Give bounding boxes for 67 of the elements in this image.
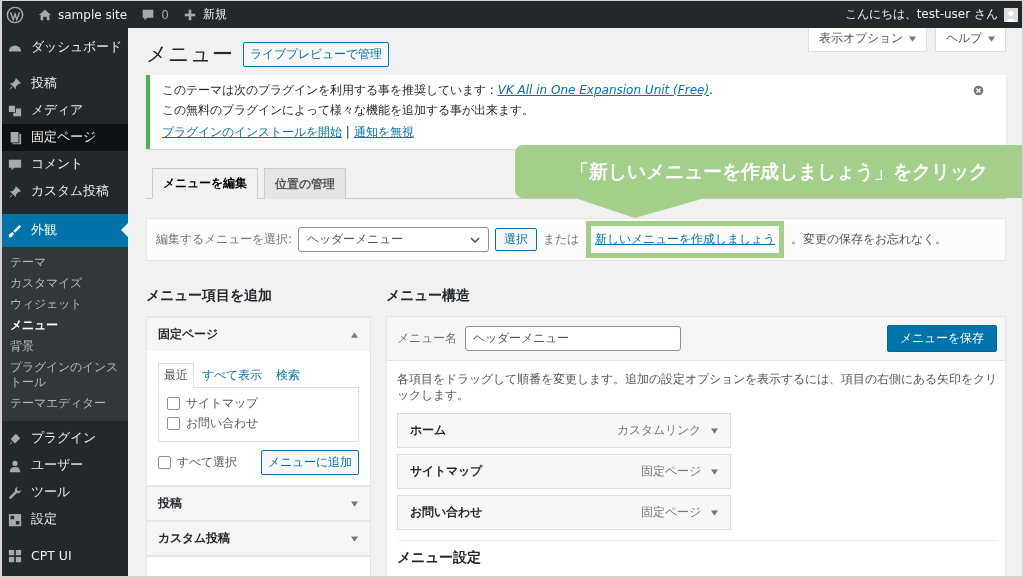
submenu-item[interactable]: ウィジェット — [2, 294, 128, 315]
comment-count: 0 — [161, 7, 169, 22]
submenu-item[interactable]: プラグインのインストール — [2, 357, 128, 393]
sidebar-item[interactable]: CPT UI — [2, 542, 128, 569]
greeting-link[interactable]: こんにちは、test-user さん — [844, 6, 998, 23]
menu-item-type: カスタムリンク — [617, 422, 701, 440]
help-button[interactable]: ヘルプ — [935, 28, 1006, 52]
menu-name-label: メニュー名 — [397, 330, 457, 347]
menu-item-title: サイトマップ — [410, 463, 482, 481]
menu-item-title: お問い合わせ — [410, 504, 482, 522]
install-link[interactable]: プラグインのインストールを開始 — [162, 125, 342, 139]
tab[interactable]: メニューを編集 — [152, 168, 258, 199]
save-menu-button[interactable]: メニューを保存 — [887, 325, 997, 352]
menu-settings-heading: メニュー設定 — [397, 549, 482, 568]
submenu-item[interactable]: テーマ — [2, 252, 128, 273]
sidebar-item[interactable]: 投稿 — [2, 70, 128, 97]
menu-name-field[interactable]: ヘッダーメニュー — [465, 326, 681, 351]
sidebar-item[interactable]: 外観 — [2, 214, 128, 247]
section-heading: メニュー項目を追加 — [146, 287, 273, 305]
notice-text: この無料のプラグインによって様々な機能を追加する事が出来ます。 — [162, 102, 534, 119]
tab[interactable]: 検索 — [270, 363, 306, 388]
checkbox-label: お問い合わせ — [186, 415, 258, 432]
sidebar-item[interactable]: ツール — [2, 479, 128, 506]
submenu-item[interactable]: 背景 — [2, 336, 128, 357]
manage-text: または — [543, 231, 580, 248]
site-name-link[interactable]: sample site — [58, 7, 128, 22]
section-heading: メニュー構造 — [386, 287, 471, 305]
menu-select[interactable]: ヘッダーメニュー — [298, 227, 490, 252]
sidebar-item[interactable]: コメント — [2, 151, 128, 178]
notice-text: このテーマは次のプラグインを利用する事を推奨しています : VK All in One Expansion Unit (Free). — [162, 82, 713, 99]
menu-item-title: ホーム — [410, 422, 446, 440]
menu-item-type: 固定ページ — [641, 504, 701, 522]
sidebar-item[interactable]: ユーザー — [2, 452, 128, 479]
manage-text: 。変更の保存をお忘れなく。 — [791, 231, 948, 248]
accordion-header[interactable]: 固定ページ — [147, 317, 370, 351]
separator-text: | — [345, 125, 350, 139]
sidebar-item[interactable]: プラグイン — [2, 425, 128, 452]
tab[interactable]: 位置の管理 — [264, 168, 346, 199]
checkbox-label: サイトマップ — [186, 395, 258, 412]
select-menu-label: 編集するメニューを選択: — [156, 231, 293, 248]
submenu-item[interactable]: メニュー — [2, 315, 128, 336]
accordion-header[interactable]: カスタム投稿 — [147, 521, 370, 555]
live-preview-button[interactable]: ライブプレビューで管理 — [243, 41, 389, 67]
menu-item-bar[interactable]: お問い合わせ 固定ページ — [397, 495, 731, 531]
tab[interactable]: 最近 — [158, 363, 194, 388]
sidebar-item[interactable]: 固定ページ — [2, 124, 128, 151]
plugin-link[interactable]: VK All in One Expansion Unit (Free) — [497, 83, 710, 97]
page-title: メニュー — [146, 41, 233, 68]
add-to-menu-button[interactable]: メニューに追加 — [261, 450, 359, 475]
create-menu-link[interactable]: 新しいメニューを作成しましょう — [595, 232, 776, 246]
submenu-item[interactable]: テーマエディター — [2, 393, 128, 414]
instructions-text: 各項目をドラッグして順番を変更します。追加の設定オプションを表示するには、項目の右側にある矢印をクリックします。 — [397, 371, 997, 404]
menu-item-type: 固定ページ — [641, 463, 701, 481]
submenu-item[interactable]: カスタマイズ — [2, 273, 128, 294]
sidebar-item[interactable]: メディア — [2, 97, 128, 124]
checkbox-label: すべて選択 — [177, 454, 237, 471]
sidebar-item[interactable]: ダッシュボード — [2, 34, 128, 61]
new-link[interactable]: 新規 — [202, 6, 227, 23]
select-button[interactable]: 選択 — [495, 228, 538, 251]
dismiss-link[interactable]: 通知を無視 — [353, 125, 414, 139]
menu-item-bar[interactable]: ホーム カスタムリンク — [397, 413, 731, 449]
tab[interactable]: すべて表示 — [196, 363, 268, 388]
sidebar-item[interactable]: カスタム投稿 — [2, 178, 128, 205]
sidebar-item[interactable]: 設定 — [2, 506, 128, 533]
screen-options-button[interactable]: 表示オプション — [808, 28, 927, 52]
accordion-header[interactable]: 投稿 — [147, 486, 370, 520]
menu-item-bar[interactable]: サイトマップ 固定ページ — [397, 454, 731, 490]
